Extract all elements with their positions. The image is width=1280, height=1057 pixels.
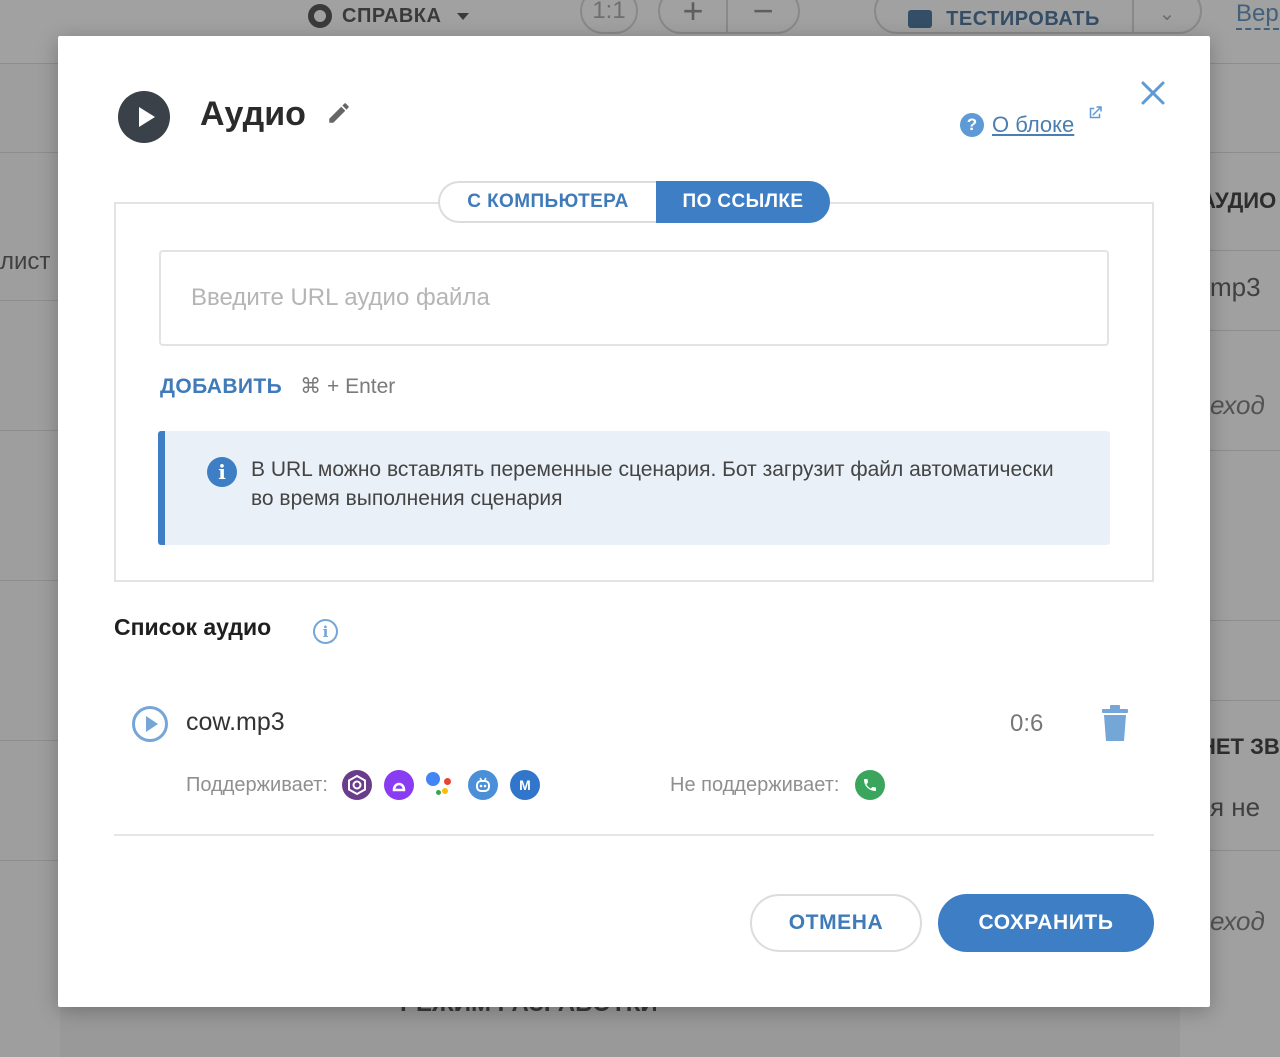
aimybox-icon xyxy=(341,770,372,800)
unsupported-platforms: Не поддерживает: xyxy=(670,770,887,800)
pencil-icon[interactable] xyxy=(326,100,352,126)
marusia-icon: М xyxy=(509,770,540,800)
dialog-title: Аудио xyxy=(200,95,306,133)
play-button[interactable] xyxy=(132,706,168,742)
source-tabs: С КОМПЬЮТЕРА ПО ССЫЛКЕ xyxy=(438,181,830,223)
about-block-link[interactable]: О блоке xyxy=(992,110,1074,140)
cancel-button[interactable]: ОТМЕНА xyxy=(750,894,922,952)
supported-platforms: Поддерживает: М xyxy=(186,770,542,800)
info-icon[interactable]: i xyxy=(313,619,338,644)
info-notice: i В URL можно вставлять переменные сцена… xyxy=(158,431,1110,545)
audio-file-name: cow.mp3 xyxy=(186,708,285,736)
sber-icon xyxy=(467,770,498,800)
question-icon: ? xyxy=(960,113,984,137)
info-icon: i xyxy=(207,457,237,487)
about-block[interactable]: ? О блоке xyxy=(960,110,1074,140)
tab-by-link[interactable]: ПО ССЫЛКЕ xyxy=(656,181,830,223)
close-icon[interactable] xyxy=(1138,78,1168,108)
add-row: ДОБАВИТЬ ⌘ + Enter xyxy=(160,374,395,399)
tab-from-computer[interactable]: С КОМПЬЮТЕРА xyxy=(438,181,656,223)
audio-duration: 0:6 xyxy=(1010,710,1044,737)
google-assistant-icon xyxy=(425,770,456,800)
not-supports-label: Не поддерживает: xyxy=(670,773,840,796)
audio-list-title: Список аудио xyxy=(114,614,272,640)
add-shortcut-hint: ⌘ + Enter xyxy=(300,375,396,398)
list-item: cow.mp3 0:6 Поддерживает: М Не поддержив… xyxy=(114,688,1154,836)
supports-label: Поддерживает: xyxy=(186,773,328,796)
external-link-icon xyxy=(1089,106,1102,119)
trash-icon[interactable] xyxy=(1100,704,1130,742)
info-text: В URL можно вставлять переменные сценари… xyxy=(251,458,1054,510)
play-circle-icon xyxy=(118,91,170,143)
save-button[interactable]: СОХРАНИТЬ xyxy=(938,894,1154,952)
audio-url-input[interactable] xyxy=(159,250,1109,346)
audio-block-dialog: Аудио ? О блоке С КОМПЬЮТЕРА ПО ССЫЛКЕ Д… xyxy=(58,36,1210,1007)
alice-icon xyxy=(383,770,414,800)
telephony-icon xyxy=(855,770,886,800)
add-button[interactable]: ДОБАВИТЬ xyxy=(160,375,282,399)
play-icon xyxy=(146,716,158,732)
